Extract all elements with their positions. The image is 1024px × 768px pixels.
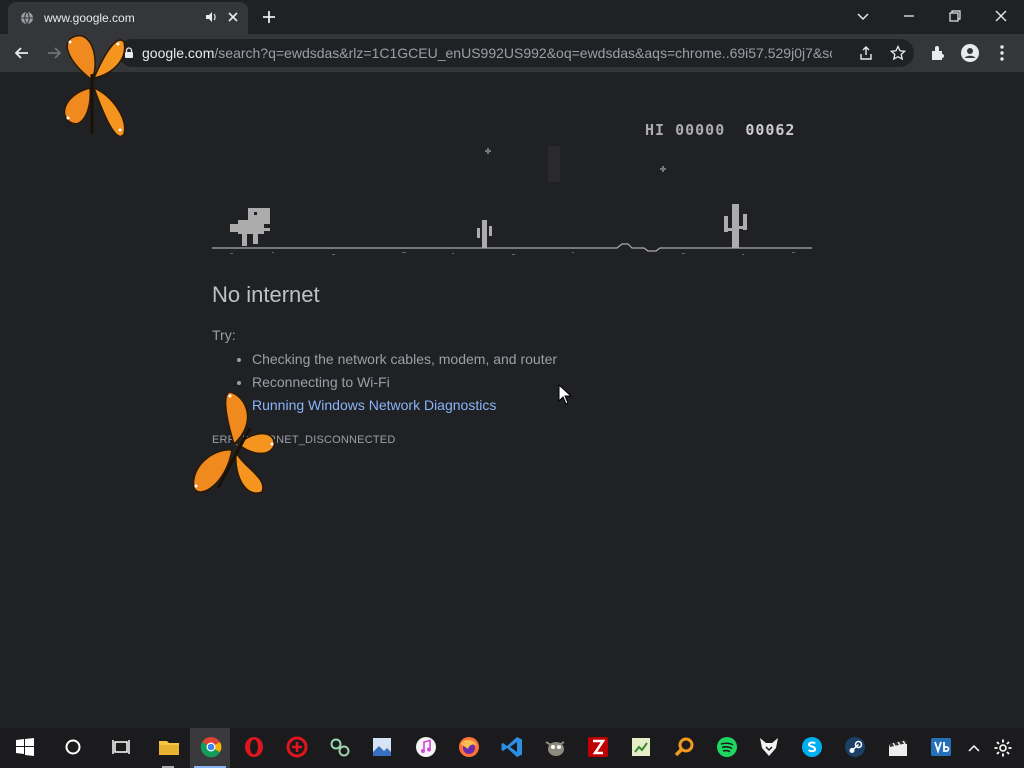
error-title: No internet: [212, 282, 320, 307]
opera-icon: [245, 737, 263, 757]
skype-button[interactable]: [791, 728, 831, 768]
globe-icon: [21, 11, 33, 25]
url-host: google.com: [142, 45, 215, 61]
chrome-icon: [200, 737, 222, 758]
itunes-button[interactable]: [405, 728, 445, 768]
url-path: /search?q=ewdsdas&rlz=1C1GCEU_enUS992US9…: [214, 45, 832, 61]
dino-game-canvas[interactable]: [212, 132, 812, 262]
clapper-icon: [889, 740, 907, 756]
butterfly-icon: [192, 391, 275, 494]
cactus-small-icon: [477, 220, 492, 248]
moon-icon: [548, 146, 560, 182]
app-red-button[interactable]: [276, 728, 316, 768]
vscode-button[interactable]: [491, 728, 531, 768]
chevron-up-icon[interactable]: [966, 740, 982, 756]
windows-taskbar: [0, 728, 1024, 768]
try-label: Try:: [212, 327, 236, 343]
app-chart-button[interactable]: [620, 728, 660, 768]
steam-button[interactable]: [834, 728, 874, 768]
suggestions-list: Checking the network cables, modem, and …: [232, 348, 557, 417]
profile-icon[interactable]: [960, 43, 980, 63]
page-content: HI 00000 00062 No internet Try: • Checki…: [0, 72, 1024, 728]
address-bar[interactable]: google.com/search?q=ewdsdas&rlz=1C1GCEU_…: [118, 39, 914, 67]
app-fox-button[interactable]: [748, 728, 788, 768]
app-green-icon: [330, 738, 350, 757]
chrome-button[interactable]: [190, 728, 230, 768]
search-icon: [65, 739, 81, 755]
tab-search-icon[interactable]: [853, 6, 873, 26]
filezilla-icon: [588, 737, 608, 757]
url-text[interactable]: google.com/search?q=ewdsdas&rlz=1C1GCEU_…: [142, 45, 832, 61]
start-icon: [16, 738, 34, 756]
app-green-button[interactable]: [319, 728, 359, 768]
filezilla-button[interactable]: [577, 728, 617, 768]
close-window-icon[interactable]: [991, 6, 1011, 26]
file-explorer-button[interactable]: [148, 728, 188, 768]
title-bar: www.google.com: [0, 0, 1024, 34]
file-explorer-icon: [159, 741, 179, 755]
app-chart-icon: [632, 738, 650, 756]
tab-title: www.google.com: [44, 11, 135, 25]
search-tool-button[interactable]: [663, 728, 703, 768]
dinosaur-icon: [230, 208, 270, 246]
opera-button[interactable]: [233, 728, 273, 768]
ground-line: [212, 243, 812, 255]
app-fox-icon: [760, 738, 778, 756]
spotify-icon: [717, 737, 737, 757]
gimp-icon: [545, 741, 565, 756]
app-red-icon: [286, 736, 308, 758]
task-view-icon: [112, 740, 130, 754]
app-image-button[interactable]: [361, 728, 401, 768]
task-view-button[interactable]: [100, 728, 140, 768]
cactus-large-icon: [724, 204, 747, 248]
search-tool-icon: [674, 737, 694, 757]
vb-button[interactable]: [920, 728, 960, 768]
firefox-icon: [459, 737, 479, 757]
extensions-icon[interactable]: [928, 43, 948, 63]
mouse-cursor-icon: [558, 384, 572, 405]
vscode-icon: [501, 737, 522, 757]
share-icon[interactable]: [858, 45, 874, 61]
itunes-icon: [416, 737, 436, 757]
clapper-button[interactable]: [877, 728, 917, 768]
diagnostics-link[interactable]: Running Windows Network Diagnostics: [252, 394, 557, 417]
app-image-icon: [373, 738, 391, 756]
menu-icon[interactable]: [992, 43, 1012, 63]
firefox-button[interactable]: [448, 728, 488, 768]
star-icon: [485, 148, 666, 172]
bookmark-star-icon[interactable]: [890, 45, 906, 61]
vb-icon: [931, 738, 951, 756]
back-icon[interactable]: [12, 43, 32, 63]
gimp-button[interactable]: [534, 728, 574, 768]
start-button[interactable]: [4, 728, 44, 768]
spotify-button[interactable]: [706, 728, 746, 768]
skype-icon: [802, 737, 822, 757]
restore-icon[interactable]: [945, 6, 965, 26]
close-tab-icon[interactable]: [226, 10, 240, 24]
search-button[interactable]: [52, 728, 92, 768]
browser-tab[interactable]: www.google.com: [8, 2, 248, 34]
speaker-icon[interactable]: [204, 10, 218, 24]
butterfly-icon: [63, 35, 126, 138]
minimize-icon[interactable]: [899, 6, 919, 26]
suggestion-item: Checking the network cables, modem, and …: [252, 348, 557, 371]
browser-toolbar: google.com/search?q=ewdsdas&rlz=1C1GCEU_…: [0, 34, 1024, 72]
gear-icon[interactable]: [993, 738, 1013, 758]
new-tab-icon[interactable]: [260, 8, 278, 26]
steam-icon: [845, 737, 865, 757]
suggestion-item: Reconnecting to Wi-Fi: [252, 371, 557, 394]
